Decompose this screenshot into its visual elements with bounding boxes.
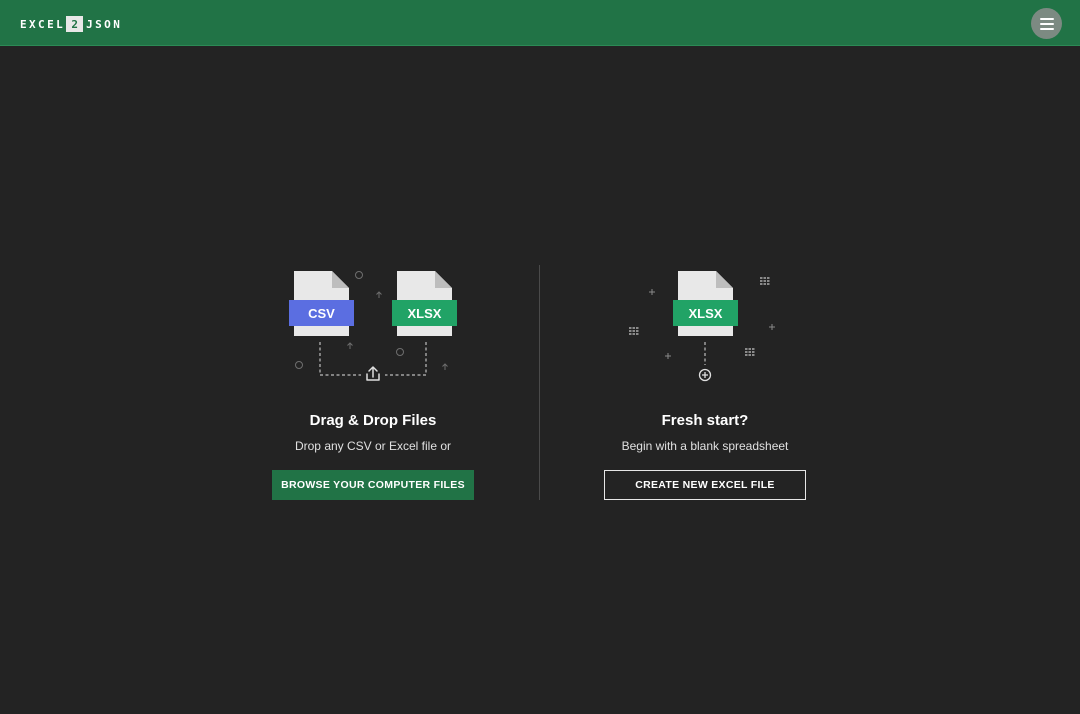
xlsx-file-icon: XLSX bbox=[673, 271, 738, 336]
xlsx-file-icon: XLSX bbox=[392, 271, 457, 336]
drag-drop-subtitle: Drop any CSV or Excel file or bbox=[294, 439, 452, 453]
drag-drop-illustration: CSV XLSX bbox=[289, 271, 457, 381]
fresh-start-subtitle: Begin with a blank spreadsheet bbox=[621, 439, 789, 453]
xlsx-badge-label: XLSX bbox=[689, 306, 723, 321]
fresh-start-panel: XLSX Fresh start? Begin with a blank spr… bbox=[575, 262, 835, 502]
panel-divider bbox=[539, 265, 540, 500]
logo-text-excel: EXCEL bbox=[20, 17, 66, 31]
drag-drop-title: Drag & Drop Files bbox=[309, 412, 437, 429]
menu-button[interactable] bbox=[1031, 8, 1062, 39]
app-logo[interactable]: EXCEL 2 JSON bbox=[20, 16, 122, 32]
logo-text-two: 2 bbox=[66, 16, 84, 32]
drag-drop-panel: CSV XLSX Drag & Drop Files Drop any CSV … bbox=[243, 262, 503, 502]
xlsx-badge-label: XLSX bbox=[408, 306, 442, 321]
app-header: EXCEL 2 JSON bbox=[0, 0, 1080, 46]
hamburger-menu-icon bbox=[1039, 17, 1054, 20]
fresh-start-title: Fresh start? bbox=[661, 412, 749, 429]
csv-file-icon: CSV bbox=[289, 271, 354, 336]
create-excel-button[interactable]: CREATE NEW EXCEL FILE bbox=[604, 470, 806, 500]
plus-circle-icon bbox=[698, 368, 712, 382]
logo-text-json: JSON bbox=[86, 17, 123, 31]
fresh-start-illustration: XLSX bbox=[629, 271, 775, 382]
csv-badge-label: CSV bbox=[308, 306, 335, 321]
upload-icon bbox=[366, 366, 380, 381]
browse-files-button[interactable]: BROWSE YOUR COMPUTER FILES bbox=[272, 470, 474, 500]
